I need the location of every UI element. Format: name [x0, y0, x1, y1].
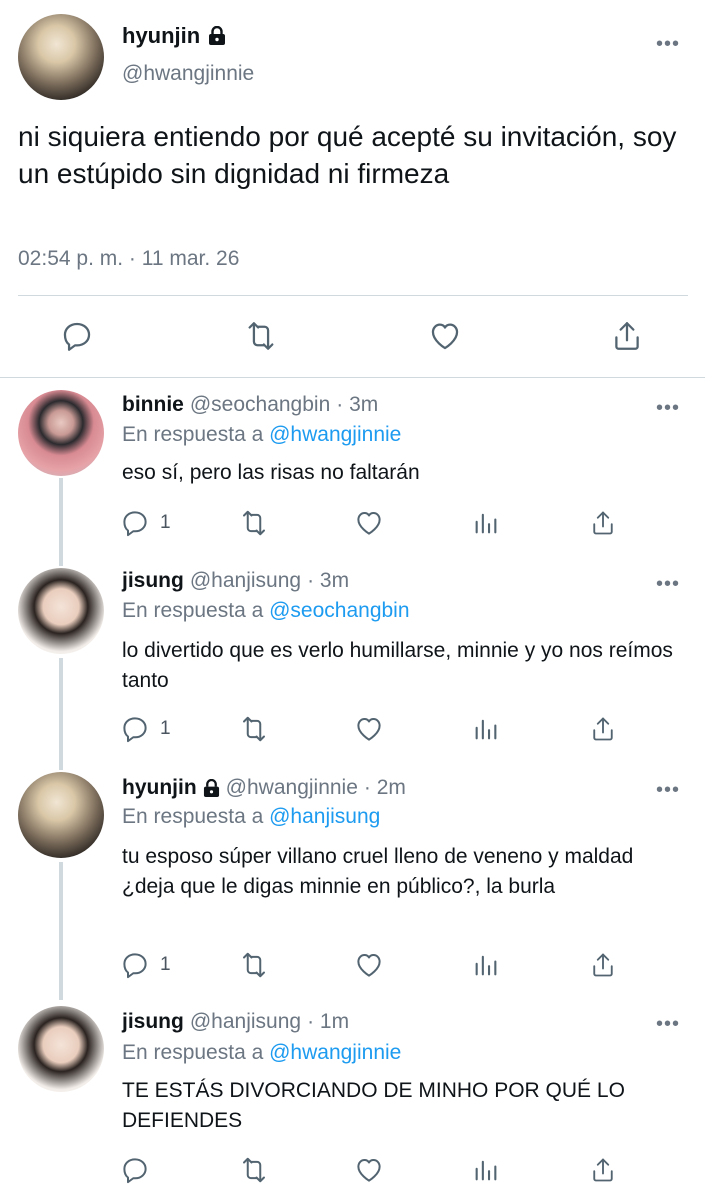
in-reply-prefix: En respuesta a: [122, 1041, 264, 1064]
avatar[interactable]: [18, 14, 104, 100]
author-name[interactable]: jisung: [122, 1010, 184, 1034]
reply-time[interactable]: · 3m: [307, 569, 349, 593]
author-name[interactable]: jisung: [122, 569, 184, 593]
reply-text: TE ESTÁS DIVORCIANDO DE MINHO POR QUÉ LO…: [122, 1079, 625, 1132]
reply-time[interactable]: · 3m: [336, 393, 378, 417]
author-handle[interactable]: @hwangjinnie: [226, 776, 358, 800]
analytics-icon[interactable]: [472, 1155, 500, 1185]
reply-header: hyunjin @hwangjinnie · 2m: [122, 776, 406, 800]
divider: [18, 295, 688, 296]
reply-mention[interactable]: @hwangjinnie: [269, 423, 401, 446]
avatar[interactable]: [18, 1006, 104, 1092]
retweet-icon[interactable]: [237, 1155, 271, 1185]
in-reply-to: En respuesta a @hanjisung: [122, 805, 380, 829]
reply-tweet: jisung @hanjisung · 3m ••• En respuesta …: [0, 562, 705, 762]
analytics-icon[interactable]: [472, 714, 500, 744]
in-reply-prefix: En respuesta a: [122, 423, 264, 446]
reply-time[interactable]: · 1m: [307, 1010, 349, 1034]
retweet-icon[interactable]: [237, 508, 271, 538]
reply-time[interactable]: · 2m: [364, 776, 406, 800]
more-icon[interactable]: •••: [656, 398, 680, 418]
lock-icon: [203, 778, 219, 797]
reply-count: 1: [160, 954, 171, 975]
retweet-icon[interactable]: [237, 714, 271, 744]
reply-tweet: jisung @hanjisung · 1m ••• En respuesta …: [0, 1000, 705, 1200]
tweet-actions: [0, 316, 705, 362]
reply-button[interactable]: 1: [120, 714, 171, 744]
avatar[interactable]: [18, 772, 104, 858]
reply-header: jisung @hanjisung · 3m: [122, 569, 349, 593]
share-icon[interactable]: [589, 714, 617, 744]
more-icon[interactable]: •••: [656, 780, 680, 800]
reply-tweet: binnie @seochangbin · 3m ••• En respuest…: [0, 378, 705, 562]
author-name-label[interactable]: hyunjin: [122, 23, 200, 49]
reply-mention[interactable]: @hwangjinnie: [269, 1041, 401, 1064]
more-icon[interactable]: •••: [656, 34, 680, 54]
analytics-icon[interactable]: [472, 508, 500, 538]
avatar[interactable]: [18, 568, 104, 654]
tweet-timestamp[interactable]: 02:54 p. m. · 11 mar. 26: [18, 247, 239, 271]
author-handle[interactable]: @hwangjinnie: [122, 62, 254, 86]
author-handle[interactable]: @hanjisung: [190, 1010, 301, 1034]
more-icon[interactable]: •••: [656, 1014, 680, 1034]
reply-count: 1: [160, 718, 171, 739]
in-reply-to: En respuesta a @hwangjinnie: [122, 1041, 401, 1065]
like-icon[interactable]: [354, 950, 384, 980]
in-reply-to: En respuesta a @seochangbin: [122, 599, 410, 623]
share-icon[interactable]: [610, 319, 644, 353]
reply-text: eso sí, pero las risas no faltarán: [122, 461, 420, 484]
share-icon[interactable]: [589, 1155, 617, 1185]
reply-tweet: hyunjin @hwangjinnie · 2m ••• En respues…: [0, 762, 705, 1000]
reply-button[interactable]: 1: [120, 950, 171, 980]
author-name[interactable]: binnie: [122, 393, 184, 417]
in-reply-to: En respuesta a @hwangjinnie: [122, 423, 401, 447]
reply-button[interactable]: [120, 1155, 160, 1185]
retweet-icon[interactable]: [242, 319, 280, 353]
more-icon[interactable]: •••: [656, 574, 680, 594]
in-reply-prefix: En respuesta a: [122, 805, 264, 828]
reply-icon[interactable]: [60, 319, 94, 353]
author-name[interactable]: hyunjin: [122, 776, 197, 800]
like-icon[interactable]: [354, 1155, 384, 1185]
like-icon[interactable]: [354, 714, 384, 744]
share-icon[interactable]: [589, 508, 617, 538]
like-icon[interactable]: [354, 508, 384, 538]
lock-icon: [209, 26, 226, 45]
retweet-icon[interactable]: [237, 950, 271, 980]
reply-text: tu esposo súper villano cruel lleno de v…: [122, 845, 634, 898]
analytics-icon[interactable]: [472, 950, 500, 980]
reply-mention[interactable]: @hanjisung: [269, 805, 380, 828]
author-handle[interactable]: @seochangbin: [190, 393, 330, 417]
reply-text: lo divertido que es verlo humillarse, mi…: [122, 639, 673, 692]
reply-header: binnie @seochangbin · 3m: [122, 393, 378, 417]
like-icon[interactable]: [427, 319, 463, 353]
reply-mention[interactable]: @seochangbin: [269, 599, 409, 622]
reply-button[interactable]: 1: [120, 508, 171, 538]
reply-header: jisung @hanjisung · 1m: [122, 1010, 349, 1034]
main-tweet: hyunjin @hwangjinnie ••• ni siquiera ent…: [0, 0, 705, 378]
avatar[interactable]: [18, 390, 104, 476]
author-name[interactable]: hyunjin: [122, 23, 226, 49]
share-icon[interactable]: [589, 950, 617, 980]
author-handle[interactable]: @hanjisung: [190, 569, 301, 593]
tweet-text: ni siquiera entiendo por qué acepté su i…: [18, 121, 677, 189]
in-reply-prefix: En respuesta a: [122, 599, 264, 622]
reply-count: 1: [160, 512, 171, 533]
